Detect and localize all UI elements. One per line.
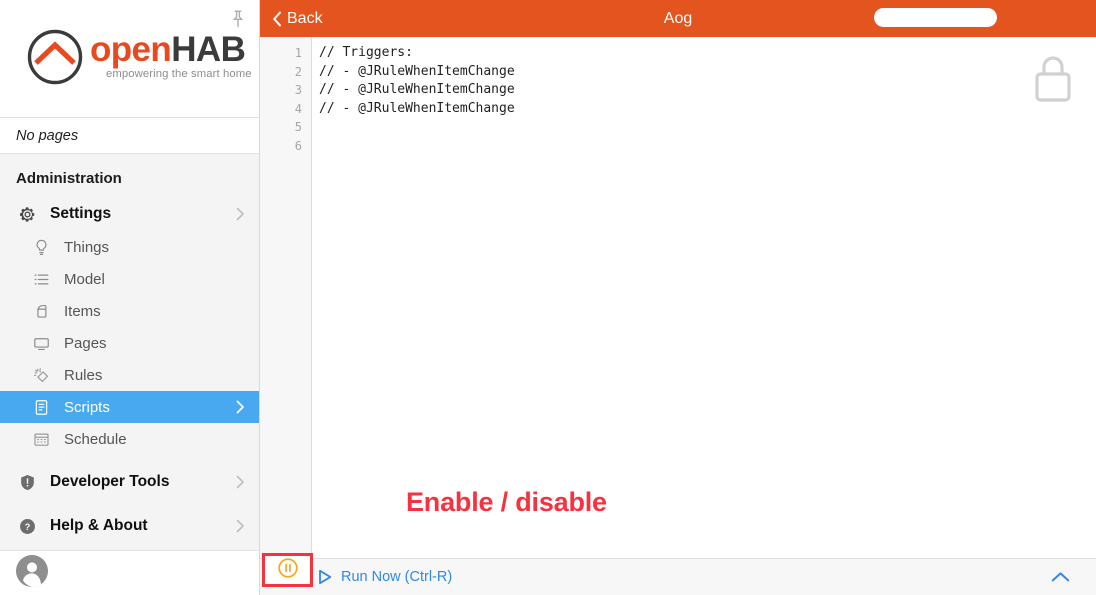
logo-open-text: open (90, 30, 172, 69)
calendar-icon (30, 428, 52, 450)
sidebar-item-scripts[interactable]: Scripts (0, 391, 259, 423)
line-number-gutter: 1 2 3 4 5 6 (260, 37, 312, 558)
logo-tagline: empowering the smart home (106, 68, 252, 80)
sidebar-logo-area: openHAB empowering the smart home (0, 0, 259, 118)
list-icon (30, 268, 52, 290)
sidebar-item-label: Items (64, 302, 101, 320)
shield-icon (16, 471, 38, 493)
sidebar-item-label: Things (64, 238, 110, 256)
sidebar-item-rules[interactable]: Rules (0, 359, 259, 391)
page-title-suffix: og (674, 9, 693, 27)
sidebar-item-label: Settings (50, 205, 112, 222)
line-number: 1 (294, 46, 302, 60)
redaction-overlay (874, 8, 997, 27)
svg-text:?: ? (24, 521, 30, 531)
logo-hab-text: HAB (171, 30, 246, 69)
sidebar-item-settings[interactable]: Settings (0, 197, 259, 231)
magic-wand-icon (30, 364, 52, 386)
no-pages-row: No pages (0, 118, 259, 154)
run-now-button[interactable]: Run Now (Ctrl-R) (318, 569, 452, 585)
enable-disable-annotation: Enable / disable (406, 487, 607, 517)
line-number: 3 (294, 83, 302, 97)
sidebar-item-things[interactable]: Things (0, 231, 259, 263)
chevron-right-icon (231, 519, 249, 533)
question-icon: ? (16, 515, 38, 537)
back-button-label: Back (287, 9, 323, 27)
sidebar-footer (0, 550, 259, 595)
gear-icon (16, 203, 38, 225)
code-editor[interactable]: 1 2 3 4 5 6 // Triggers: // - @JRuleWhen… (260, 37, 1096, 558)
sidebar-item-schedule[interactable]: Schedule (0, 423, 259, 455)
line-number: 4 (294, 101, 302, 116)
sidebar-item-pages[interactable]: Pages (0, 327, 259, 359)
back-button[interactable]: Back (272, 10, 323, 28)
code-content: // Triggers: // - @JRuleWhenItemChange /… (319, 45, 515, 116)
enable-disable-toggle-button[interactable] (262, 553, 313, 587)
openhab-logo: openHAB empowering the smart home (26, 28, 252, 86)
line-number: 5 (294, 120, 302, 134)
sidebar-item-label: Scripts (64, 398, 110, 416)
pushpin-icon[interactable] (227, 8, 249, 30)
main-content: Back Aog 1 2 3 4 5 6 // Triggers: // - @… (260, 0, 1096, 595)
chevron-right-icon (231, 400, 249, 414)
chevron-right-icon (231, 475, 249, 489)
code-text-area[interactable]: // Triggers: // - @JRuleWhenItemChange /… (312, 37, 1096, 558)
sidebar-item-items[interactable]: Items (0, 295, 259, 327)
page-title-prefix: A (663, 9, 675, 27)
sidebar-item-label: Schedule (64, 430, 127, 448)
script-icon (30, 396, 52, 418)
sidebar-nav: Administration Settings Things Model Ite… (0, 154, 259, 550)
logo-wordmark: openHAB (90, 30, 246, 70)
openhab-app-window: openHAB empowering the smart home No pag… (0, 0, 1096, 595)
lock-icon (1032, 54, 1074, 109)
pause-circle-icon (277, 557, 299, 584)
chevron-left-icon (272, 11, 282, 27)
no-pages-label: No pages (16, 127, 79, 144)
sidebar-item-label: Help & About (50, 517, 148, 534)
line-number: 6 (294, 138, 302, 153)
sidebar-item-label: Model (64, 270, 105, 288)
sidebar-item-model[interactable]: Model (0, 263, 259, 295)
play-outline-icon (318, 569, 332, 585)
sidebar-item-help-about[interactable]: ? Help & About (0, 509, 259, 543)
monitor-icon (30, 332, 52, 354)
chevron-right-icon (231, 207, 249, 221)
shapes-icon (30, 300, 52, 322)
sidebar-item-label: Developer Tools (50, 473, 170, 490)
run-now-label: Run Now (Ctrl-R) (341, 569, 453, 585)
sidebar: openHAB empowering the smart home No pag… (0, 0, 260, 595)
bulb-icon (30, 236, 52, 258)
line-number: 2 (294, 64, 302, 79)
administration-section-title: Administration (16, 170, 122, 187)
avatar-icon[interactable] (16, 554, 48, 592)
editor-bottom-toolbar: Run Now (Ctrl-R) (260, 553, 1096, 595)
top-navbar: Back Aog (260, 0, 1096, 37)
sidebar-item-label: Rules (64, 366, 103, 384)
sidebar-item-developer-tools[interactable]: Developer Tools (0, 465, 259, 499)
sidebar-item-label: Pages (64, 334, 107, 352)
chevron-up-icon[interactable] (1051, 571, 1070, 583)
